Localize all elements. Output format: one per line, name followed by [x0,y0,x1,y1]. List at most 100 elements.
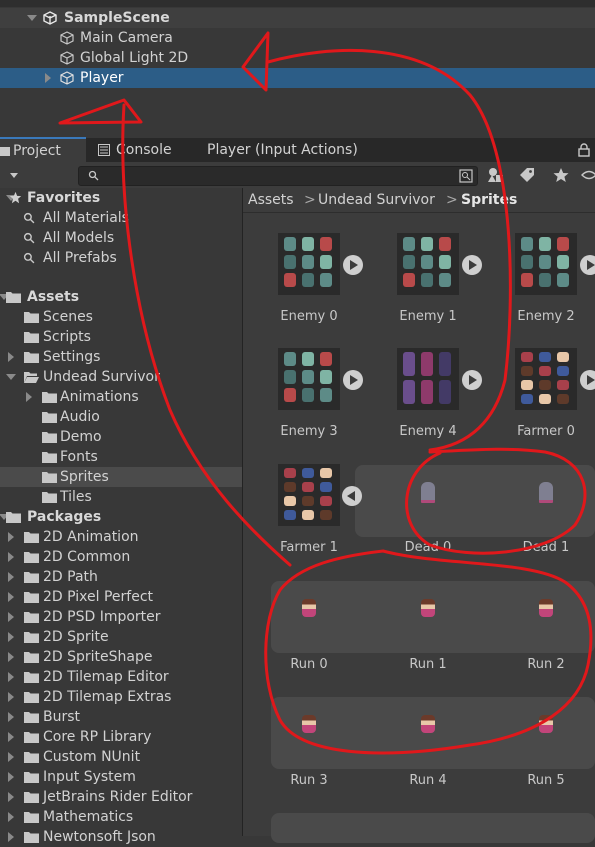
favorite-item[interactable]: All Materials [0,208,242,228]
tab-player-input-actions[interactable]: Player (Input Actions) [207,138,377,162]
expand-play-icon[interactable] [580,370,595,390]
sprite-frame [320,273,332,287]
package-item[interactable]: Core RP Library [0,727,242,747]
create-dropdown[interactable] [0,166,24,184]
favorites-header[interactable]: Favorites [0,188,242,208]
filter-type-icon[interactable] [487,167,505,183]
folder-icon [24,792,39,803]
lock-icon[interactable] [578,143,590,157]
tab-label: Project [13,143,61,159]
package-item[interactable]: Mathematics [0,807,242,827]
expand-play-icon[interactable] [580,255,595,275]
package-item[interactable]: JetBrains Rider Editor [0,787,242,807]
package-item[interactable]: 2D Path [0,567,242,587]
package-item[interactable]: 2D Common [0,547,242,567]
packages-header[interactable]: Packages [0,507,242,527]
console-icon [98,144,110,156]
expand-arrow-icon[interactable] [8,732,14,742]
package-item[interactable]: 2D SpriteShape [0,647,242,667]
breadcrumb-item[interactable]: Sprites [461,188,517,212]
run-sprite-group-1 [271,581,595,653]
breadcrumb-item[interactable]: Assets [248,188,294,212]
folder-icon [24,832,39,843]
expand-arrow-icon[interactable] [8,772,14,782]
expand-arrow-icon[interactable] [45,73,51,83]
expand-arrow-icon[interactable] [8,812,14,822]
expand-arrow-icon[interactable] [8,752,14,762]
folder-icon [24,332,39,343]
folder-label: Demo [60,429,102,445]
scene-row[interactable]: SampleScene [0,8,595,28]
package-item[interactable]: 2D Animation [0,527,242,547]
expand-arrow-icon[interactable] [8,632,14,642]
collapse-play-icon[interactable] [342,486,362,506]
package-label: 2D SpriteShape [43,649,153,665]
expand-arrow-icon[interactable] [8,352,14,362]
expand-arrow-icon[interactable] [8,592,14,602]
sprite-frame [557,273,569,287]
package-item[interactable]: Custom NUnit [0,747,242,767]
expand-arrow-icon[interactable] [8,672,14,682]
package-label: 2D Tilemap Extras [43,689,172,705]
expand-play-icon[interactable] [343,370,363,390]
package-item[interactable]: 2D Sprite [0,627,242,647]
folder-audio[interactable]: Audio [0,407,242,427]
folder-settings[interactable]: Settings [0,347,242,367]
label-tag-icon[interactable] [518,167,536,183]
expand-arrow-icon[interactable] [8,532,14,542]
folder-animations[interactable]: Animations [0,387,242,407]
expand-arrow-icon[interactable] [8,612,14,622]
package-item[interactable]: 2D Pixel Perfect [0,587,242,607]
expand-arrow-icon[interactable] [26,392,32,402]
hierarchy-item-main-camera[interactable]: Main Camera [0,28,595,48]
tab-console[interactable]: Console [96,138,186,162]
expand-arrow-icon[interactable] [8,552,14,562]
sprite-frame [539,237,551,251]
hierarchy-item-player[interactable]: Player [0,68,595,88]
hidden-packages-icon[interactable] [580,167,595,183]
expand-arrow-icon[interactable] [27,15,37,21]
tab-project[interactable]: Project [0,137,86,163]
asset-label: Dead 0 [404,540,452,555]
dead-sprite-group [355,465,595,537]
package-item[interactable]: Input System [0,767,242,787]
expand-arrow-icon[interactable] [8,832,14,842]
gameobject-cube-icon [60,51,74,65]
breadcrumb-item[interactable]: Undead Survivor [318,188,435,212]
search-input[interactable] [78,166,478,186]
favorite-star-icon[interactable] [552,167,570,183]
expand-arrow-icon[interactable] [8,652,14,662]
favorite-item[interactable]: All Prefabs [0,248,242,268]
folder-fonts[interactable]: Fonts [0,447,242,467]
folder-scripts[interactable]: Scripts [0,327,242,347]
package-item[interactable]: 2D Tilemap Editor [0,667,242,687]
folder-undead-survivor[interactable]: Undead Survivor [0,367,242,387]
sprite-frame [302,255,314,269]
expand-arrow-icon[interactable] [8,572,14,582]
package-item[interactable]: 2D PSD Importer [0,607,242,627]
package-item[interactable]: Newtonsoft Json [0,827,242,847]
expand-play-icon[interactable] [343,255,363,275]
sprite-frame [302,370,314,384]
package-item[interactable]: 2D Tilemap Extras [0,687,242,707]
search-scope-icon[interactable] [459,169,473,183]
expand-play-icon[interactable] [462,370,482,390]
expand-arrow-icon[interactable] [8,692,14,702]
folder-scenes[interactable]: Scenes [0,307,242,327]
folder-sprites[interactable]: Sprites [0,467,242,487]
favorite-item[interactable]: All Models [0,228,242,248]
sprite-frame [403,352,415,376]
folder-tiles[interactable]: Tiles [0,487,242,507]
expand-arrow-icon[interactable] [8,712,14,722]
package-label: Mathematics [43,809,134,825]
hierarchy-item-global-light[interactable]: Global Light 2D [0,48,595,68]
expand-arrow-icon[interactable] [8,792,14,802]
assets-header[interactable]: Assets [0,287,242,307]
folder-icon [24,352,39,363]
expand-play-icon[interactable] [462,255,482,275]
sprite-sheet-thumbnail [515,348,577,410]
tombstone-sprite [539,482,553,503]
expand-arrow-icon[interactable] [6,374,16,380]
package-item[interactable]: Burst [0,707,242,727]
folder-demo[interactable]: Demo [0,427,242,447]
